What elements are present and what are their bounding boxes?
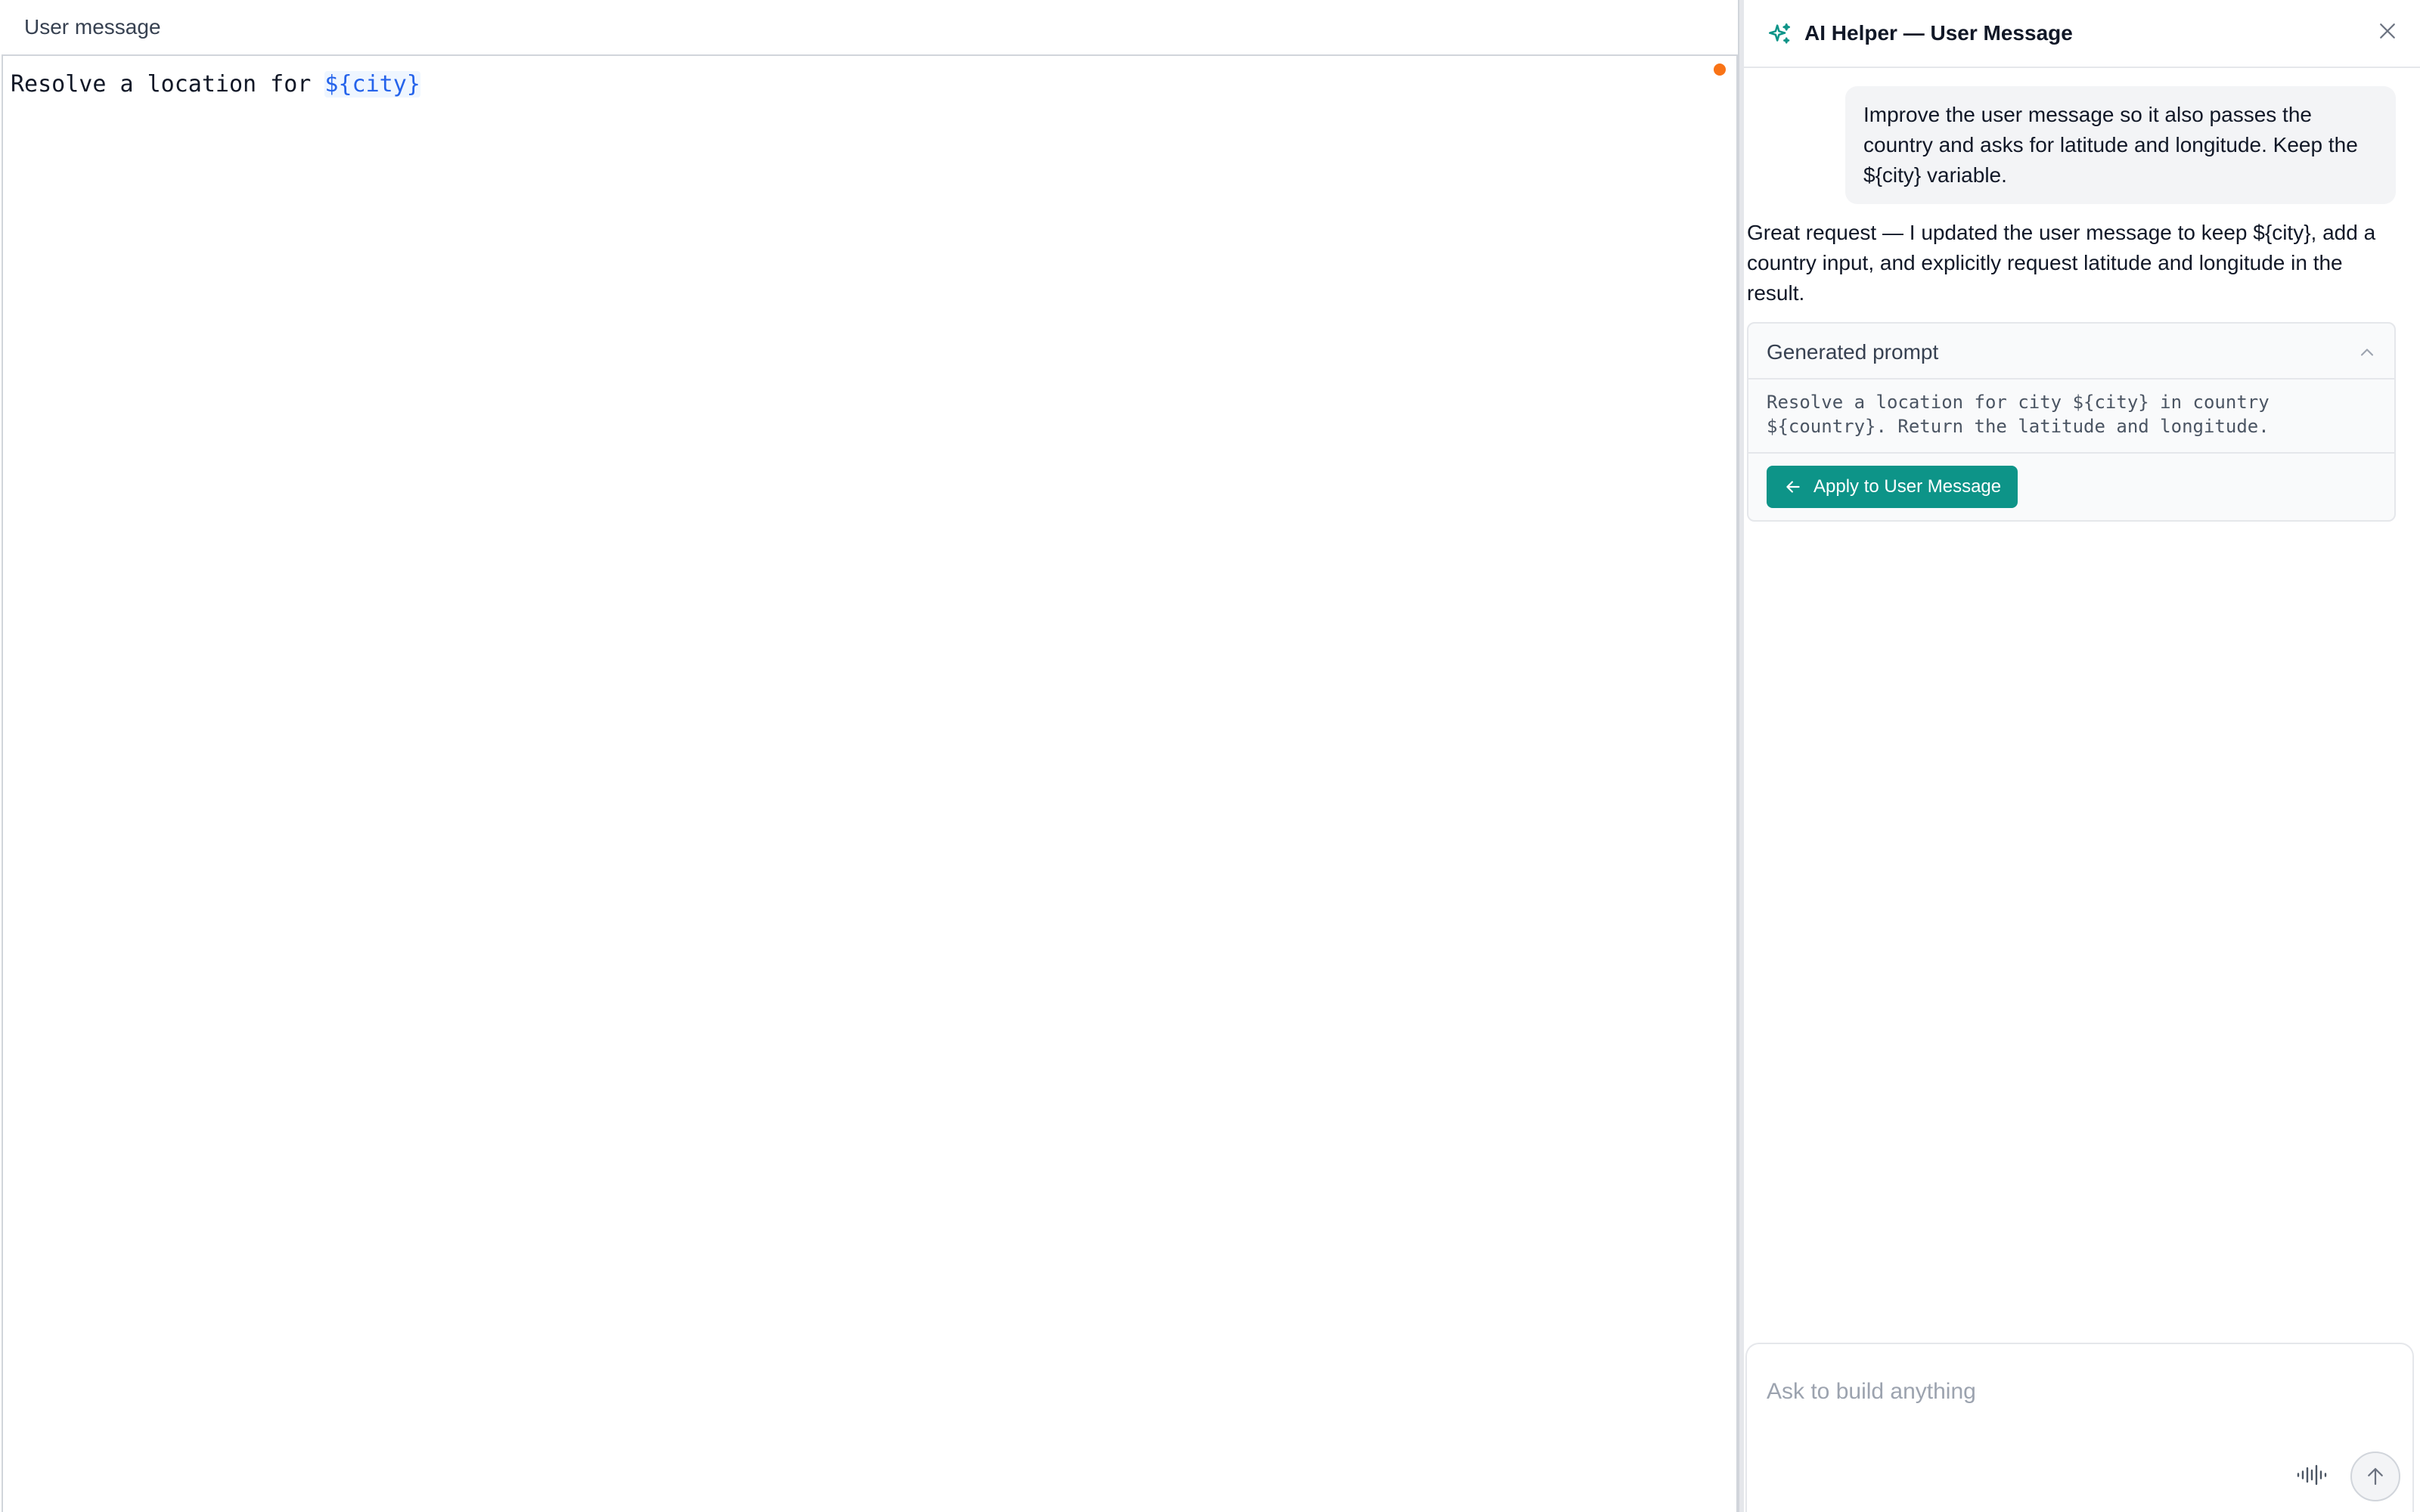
arrow-left-icon <box>1786 481 1800 493</box>
generated-prompt-title: Generated prompt <box>1767 340 1939 364</box>
arrow-up-icon <box>2368 1467 2383 1486</box>
editor-content[interactable]: Resolve a location for ${city} <box>11 70 420 100</box>
user-message-editor[interactable]: Resolve a location for ${city} <box>2 54 1738 1512</box>
close-icon[interactable] <box>2376 20 2399 42</box>
chat-input[interactable] <box>1767 1373 2372 1411</box>
apply-button-label: Apply to User Message <box>1813 476 2002 497</box>
assistant-chat-message: Great request — I updated the user messa… <box>1747 221 2376 305</box>
helper-title: AI Helper — User Message <box>1804 21 2073 45</box>
send-button[interactable] <box>2350 1452 2400 1501</box>
editor-header: User message <box>0 0 1739 54</box>
generated-prompt-header[interactable]: Generated prompt <box>1748 324 2394 380</box>
chevron-up-icon[interactable] <box>2356 342 2378 363</box>
generated-prompt-body: Resolve a location for city ${city} in c… <box>1767 392 2270 437</box>
ai-helper-panel: AI Helper — User Message Improve the use… <box>1744 0 2420 1512</box>
helper-header: AI Helper — User Message <box>1744 0 2420 68</box>
unsaved-indicator <box>1714 64 1726 76</box>
sparkle-icon <box>1768 23 1791 44</box>
chat-composer <box>1745 1343 2414 1512</box>
editor-text-prefix: Resolve a location for <box>11 71 325 98</box>
editor-title: User message <box>24 15 161 39</box>
variable-token: ${city} <box>324 71 420 98</box>
apply-to-user-message-button[interactable]: Apply to User Message <box>1767 466 2018 508</box>
microphone-icon[interactable] <box>2296 1464 2328 1486</box>
generated-prompt-card: Generated prompt Resolve a location for … <box>1747 322 2396 522</box>
panel-resize-handle[interactable] <box>1738 0 1744 1512</box>
generated-prompt-footer: Apply to User Message <box>1748 452 2394 520</box>
user-chat-message: Improve the user message so it also pass… <box>1845 86 2396 204</box>
editor-pane: User message Resolve a location for ${ci… <box>0 0 1739 1512</box>
